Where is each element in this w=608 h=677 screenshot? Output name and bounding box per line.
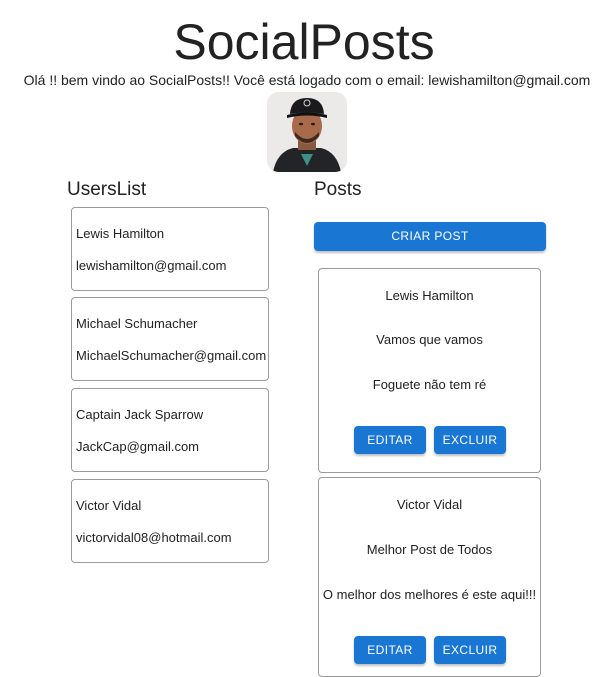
- user-email: MichaelSchumacher@gmail.com: [76, 348, 267, 363]
- user-name: Lewis Hamilton: [76, 226, 165, 241]
- post-body: O melhor dos melhores é este aqui!!!: [322, 587, 537, 602]
- delete-post-button[interactable]: EXCLUIR: [434, 426, 506, 454]
- post-title: Melhor Post de Todos: [366, 542, 493, 557]
- post-card: Lewis Hamilton Vamos que vamos Foguete n…: [318, 268, 541, 473]
- delete-post-button[interactable]: EXCLUIR: [434, 636, 506, 664]
- create-post-button[interactable]: CRIAR POST: [314, 222, 546, 251]
- edit-post-button[interactable]: EDITAR: [354, 636, 426, 664]
- user-name: Victor Vidal: [76, 498, 142, 513]
- app-title: SocialPosts: [173, 14, 435, 70]
- user-email: JackCap@gmail.com: [76, 439, 200, 454]
- user-card[interactable]: Victor Vidal victorvidal08@hotmail.com: [71, 479, 269, 563]
- post-body: Foguete não tem ré: [372, 377, 487, 392]
- welcome-message: Olá !! bem vindo ao SocialPosts!! Você e…: [23, 72, 591, 88]
- post-author: Lewis Hamilton: [385, 288, 474, 303]
- post-card: Victor Vidal Melhor Post de Todos O melh…: [318, 477, 541, 677]
- user-name: Captain Jack Sparrow: [76, 407, 204, 422]
- posts-title: Posts: [314, 179, 362, 200]
- user-name: Michael Schumacher: [76, 316, 198, 331]
- post-title: Vamos que vamos: [376, 332, 483, 347]
- user-avatar: [267, 92, 347, 172]
- user-email: lewishamilton@gmail.com: [76, 258, 227, 273]
- post-author: Victor Vidal: [396, 497, 463, 512]
- user-email: victorvidal08@hotmail.com: [76, 530, 232, 545]
- users-list-title: UsersList: [67, 179, 147, 200]
- user-card[interactable]: Lewis Hamilton lewishamilton@gmail.com: [71, 207, 269, 291]
- user-card[interactable]: Michael Schumacher MichaelSchumacher@gma…: [71, 297, 269, 381]
- edit-post-button[interactable]: EDITAR: [354, 426, 426, 454]
- user-card[interactable]: Captain Jack Sparrow JackCap@gmail.com: [71, 388, 269, 472]
